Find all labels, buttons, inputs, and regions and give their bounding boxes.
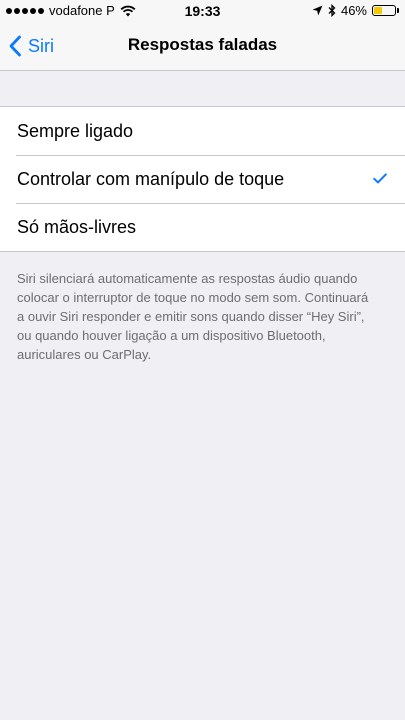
bluetooth-icon [328, 4, 336, 17]
location-arrow-icon [312, 5, 323, 16]
option-label: Sempre ligado [17, 120, 134, 141]
spoken-responses-options: Sempre ligado Controlar com manípulo de … [0, 106, 405, 252]
page-title: Respostas faladas [127, 35, 278, 54]
battery-nub [397, 8, 399, 13]
option-label: Controlar com manípulo de toque [17, 168, 285, 189]
status-bar: vodafone P 19:33 46% [0, 0, 405, 22]
option-ring-switch[interactable]: Controlar com manípulo de toque [0, 155, 405, 203]
battery-fill [374, 7, 383, 14]
option-label: Só mãos-livres [17, 216, 137, 237]
status-right: 46% [312, 3, 399, 18]
navigation-bar: Siri Respostas faladas [0, 22, 405, 71]
option-always-on[interactable]: Sempre ligado [0, 107, 405, 155]
checkmark-icon [373, 173, 387, 184]
option-hands-free-only[interactable]: Só mãos-livres [0, 203, 405, 251]
battery-percent: 46% [340, 3, 367, 18]
battery-icon [372, 5, 396, 16]
footer-note: Siri silenciará automaticamente as respo… [17, 271, 369, 362]
